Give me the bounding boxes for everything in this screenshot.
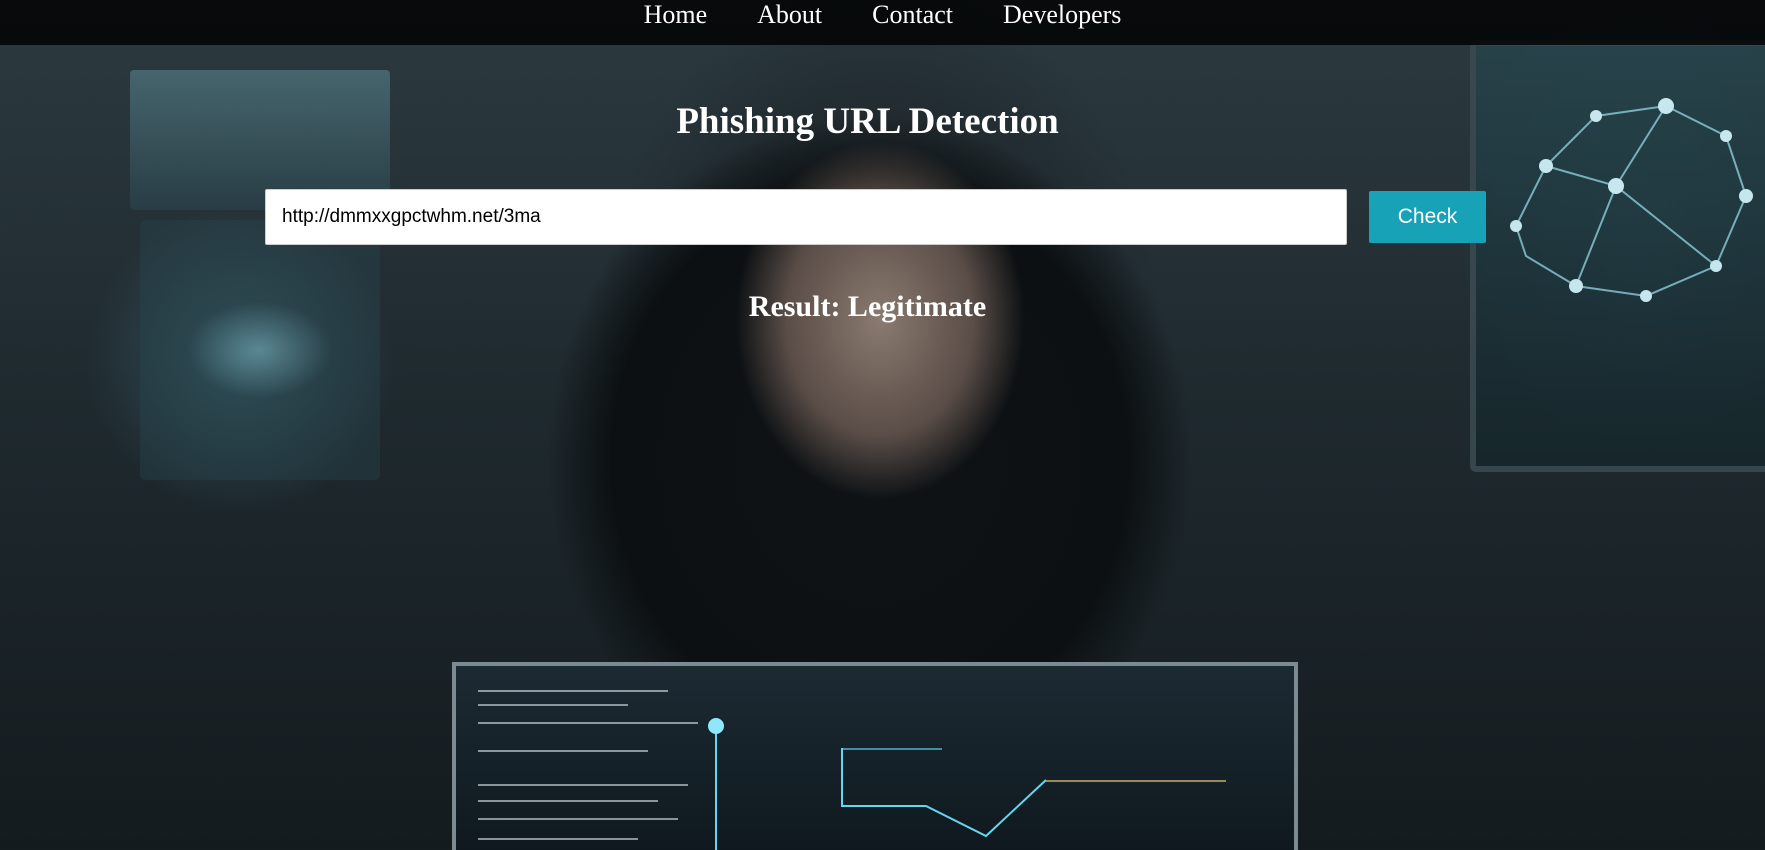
- result-text: Result: Legitimate: [748, 290, 987, 323]
- page-title: Phishing URL Detection: [676, 101, 1059, 142]
- nav-link-developers[interactable]: Developers: [1003, 0, 1121, 30]
- nav-link-contact[interactable]: Contact: [872, 0, 953, 30]
- nav-link-home[interactable]: Home: [644, 0, 708, 30]
- url-input[interactable]: [265, 189, 1347, 245]
- nav-link-about[interactable]: About: [757, 0, 822, 30]
- background-monitor-left-glow: [140, 220, 380, 480]
- background-hood: [420, 40, 1320, 850]
- background-laptop-screen: [452, 662, 1298, 850]
- circuit-graphic-icon: [708, 718, 1047, 850]
- background-face: [690, 120, 1070, 550]
- top-navbar: Home About Contact Developers: [0, 0, 1765, 45]
- check-button[interactable]: Check: [1369, 191, 1486, 243]
